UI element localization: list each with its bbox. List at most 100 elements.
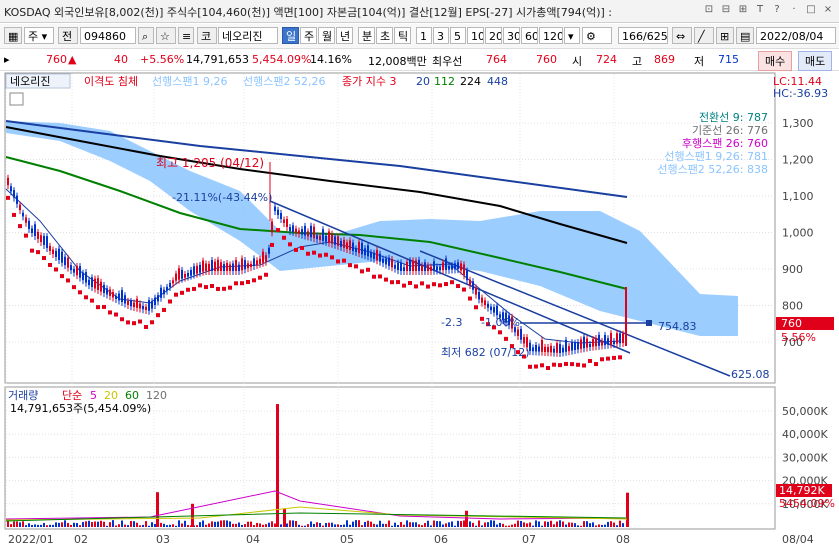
volume-bar: [100, 520, 102, 527]
disparity-marker: [144, 324, 148, 329]
period-week[interactable]: 주: [300, 27, 317, 44]
candle-body: [232, 263, 234, 271]
date-field[interactable]: 2022/08/04: [756, 27, 836, 44]
volume-bar: [160, 522, 162, 527]
list-icon[interactable]: ≡: [178, 27, 194, 44]
volume-bar: [40, 524, 42, 527]
period-tick[interactable]: 틱: [394, 27, 411, 44]
volume-bar: [418, 524, 420, 527]
bid-price: 760: [536, 53, 557, 66]
help-icon[interactable]: ?: [770, 3, 784, 17]
disparity-marker: [384, 277, 388, 282]
volume-bar: [73, 522, 75, 527]
maximize-panel-icon[interactable]: ⊞: [736, 3, 750, 17]
date-x-axis: 2022/01 02 03 04 05 06 07 08 08/04: [8, 533, 814, 546]
zoom-icon[interactable]: ⇔: [672, 27, 692, 44]
minimize-panel-icon[interactable]: ⊟: [719, 3, 733, 17]
candle-body: [304, 225, 306, 236]
volume-bar: [337, 524, 339, 527]
volume-bar: [304, 525, 306, 527]
candle-body: [307, 231, 309, 237]
date-tick-label: 03: [156, 533, 170, 546]
volume-percent: 5,454.09%: [252, 53, 312, 66]
chart-type-icon[interactable]: ⊞: [716, 27, 734, 44]
disparity-marker: [156, 313, 160, 318]
interval-3[interactable]: 3: [433, 27, 449, 44]
close-icon[interactable]: ×: [821, 3, 835, 17]
period-second[interactable]: 초: [376, 27, 393, 44]
candle-body: [19, 204, 21, 211]
candle-body: [589, 343, 591, 347]
candle-body: [73, 268, 75, 273]
disparity-marker: [150, 320, 154, 325]
date-tick-label: 08/04: [782, 533, 814, 546]
candle-body: [571, 342, 573, 351]
candle-body: [400, 262, 402, 271]
expand-icon[interactable]: ▸: [4, 53, 10, 66]
volume-bar: [52, 524, 54, 527]
stock-code-input[interactable]: 094860: [80, 27, 136, 44]
candle-body: [373, 252, 375, 259]
draw-icon[interactable]: ╱: [694, 27, 714, 44]
disparity-marker: [582, 363, 586, 368]
sell-button[interactable]: 매도: [798, 51, 833, 71]
disparity-marker: [618, 355, 622, 360]
interval-120[interactable]: 120: [539, 27, 563, 44]
stock-chart[interactable]: 네오리진 이격도 침체 선행스팬1 9,26 선행스팬2 52,26 종가 지수…: [0, 71, 839, 549]
volume-bar: [595, 525, 597, 527]
date-tick-label: 04: [246, 533, 260, 546]
candle-body: [223, 264, 225, 271]
volume-bar: [148, 525, 150, 527]
text-icon[interactable]: T: [753, 3, 767, 17]
settings-icon[interactable]: ⚙: [582, 27, 612, 44]
search-icon[interactable]: ⌕: [138, 27, 154, 44]
period-minute[interactable]: 분: [358, 27, 375, 44]
volume-bar: [112, 520, 114, 527]
volume-bar: [94, 521, 96, 527]
disparity-marker: [294, 247, 298, 252]
buy-button[interactable]: 매수: [758, 51, 793, 71]
candle-body: [22, 212, 24, 217]
market-select[interactable]: 주 ▾: [24, 27, 54, 44]
interval-5[interactable]: 5: [450, 27, 466, 44]
table-view-icon[interactable]: [9, 92, 24, 106]
volume-bar: [427, 520, 429, 527]
interval-20[interactable]: 20: [485, 27, 502, 44]
candle-body: [580, 339, 582, 349]
period-month[interactable]: 월: [318, 27, 335, 44]
volume-bar: [205, 524, 207, 527]
candle-body: [115, 295, 117, 299]
volume-bar: [109, 522, 111, 527]
period-day[interactable]: 일: [282, 27, 299, 44]
candle-body: [265, 255, 267, 262]
volume-bar: [310, 521, 312, 527]
candle-body: [157, 295, 159, 302]
candle-body: [559, 344, 561, 353]
interval-dropdown[interactable]: ▾: [564, 27, 580, 44]
volume-bar: [151, 522, 153, 527]
interval-60[interactable]: 60: [521, 27, 538, 44]
interval-1[interactable]: 1: [416, 27, 432, 44]
volume-bar: [580, 525, 582, 527]
disparity-marker: [210, 283, 214, 288]
candle-body: [355, 248, 357, 253]
window-restore-icon[interactable]: □: [804, 3, 818, 17]
grid-menu-icon[interactable]: ▦: [4, 27, 22, 44]
volume-bar: [364, 521, 366, 527]
period-year[interactable]: 년: [336, 27, 353, 44]
disparity-marker: [270, 242, 274, 247]
interval-30[interactable]: 30: [503, 27, 520, 44]
date-tick-label: 05: [340, 533, 354, 546]
layout-icon[interactable]: ⊡: [702, 3, 716, 17]
price-tick-label: 900: [782, 263, 803, 276]
candle-body: [133, 302, 135, 307]
all-button[interactable]: 전: [58, 27, 78, 44]
disparity-marker: [444, 282, 448, 287]
volume-bar: [457, 520, 459, 527]
calendar-icon[interactable]: ▤: [736, 27, 754, 44]
interval-10[interactable]: 10: [467, 27, 484, 44]
candle-body: [94, 278, 96, 289]
count-field[interactable]: 166/625: [618, 27, 668, 44]
legend-leading-span1: 선행스팬1 9,26: 781: [664, 150, 768, 163]
favorite-icon[interactable]: ☆: [156, 27, 176, 44]
